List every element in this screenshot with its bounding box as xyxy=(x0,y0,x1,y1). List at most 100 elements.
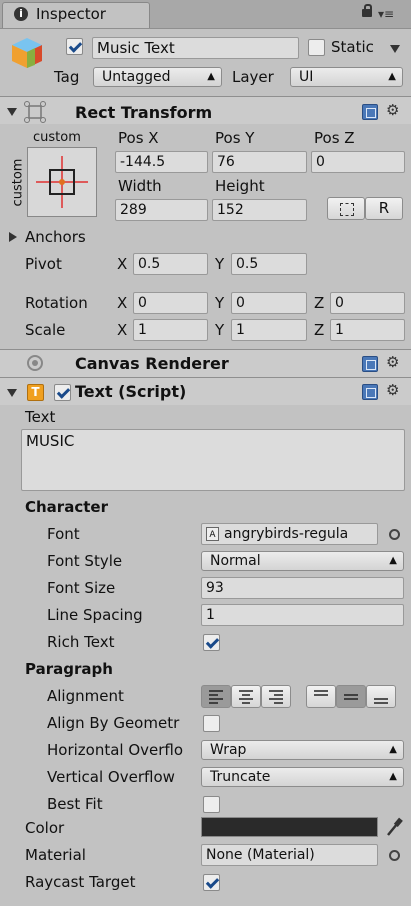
rect-transform-title: Rect Transform xyxy=(75,103,213,122)
font-size-field[interactable]: 93 xyxy=(201,577,404,599)
raycast-target-label: Raycast Target xyxy=(25,873,136,891)
line-spacing-label: Line Spacing xyxy=(47,606,143,624)
height-field[interactable]: 152 xyxy=(212,199,307,221)
align-right-button[interactable] xyxy=(261,685,291,708)
scale-y-field[interactable]: 1 xyxy=(231,319,307,341)
object-picker-icon[interactable] xyxy=(389,850,400,861)
height-label: Height xyxy=(215,177,265,195)
pivot-y-field[interactable]: 0.5 xyxy=(231,253,307,275)
scale-x-axis: X xyxy=(117,321,128,339)
font-style-value: Normal xyxy=(210,553,261,569)
align-top-button[interactable] xyxy=(306,685,336,708)
blueprint-mode-button[interactable] xyxy=(327,197,365,220)
pivot-x-field[interactable]: 0.5 xyxy=(133,253,208,275)
canvas-renderer-icon-dot xyxy=(32,360,38,366)
rich-text-checkbox[interactable] xyxy=(203,634,220,651)
rect-transform-icon xyxy=(23,101,47,123)
font-asset-icon: A xyxy=(206,527,219,541)
paragraph-heading: Paragraph xyxy=(25,660,113,678)
static-label: Static xyxy=(331,38,374,56)
vertical-overflow-value: Truncate xyxy=(210,769,271,785)
font-value: angrybirds-regula xyxy=(224,526,349,542)
text-enabled-checkbox[interactable] xyxy=(54,384,71,401)
character-heading: Character xyxy=(25,498,108,516)
align-bottom-icon xyxy=(374,698,388,704)
posx-field[interactable]: -144.5 xyxy=(115,151,208,173)
horizontal-overflow-dropdown[interactable]: Wrap ▲ xyxy=(201,740,404,760)
font-field[interactable]: A angrybirds-regula xyxy=(201,523,378,545)
gear-icon[interactable]: ⚙ xyxy=(386,354,399,370)
align-middle-icon xyxy=(344,694,358,700)
horizontal-overflow-value: Wrap xyxy=(210,742,247,758)
rotation-z-field[interactable]: 0 xyxy=(330,292,405,314)
scale-z-field[interactable]: 1 xyxy=(330,319,405,341)
width-field[interactable]: 289 xyxy=(115,199,208,221)
menu-icon[interactable]: ▾≡ xyxy=(378,7,394,21)
font-style-dropdown[interactable]: Normal ▲ xyxy=(201,551,404,571)
tab-inspector[interactable]: i Inspector xyxy=(2,2,150,28)
anchors-foldout-icon[interactable] xyxy=(9,232,17,242)
eyedropper-icon[interactable] xyxy=(384,816,404,838)
align-by-geometry-checkbox[interactable] xyxy=(203,715,220,732)
raycast-target-checkbox[interactable] xyxy=(203,874,220,891)
color-swatch[interactable] xyxy=(201,817,378,837)
raw-edit-label: R xyxy=(378,199,390,217)
object-picker-icon[interactable] xyxy=(389,529,400,540)
static-checkbox[interactable] xyxy=(308,39,325,56)
object-name-field[interactable]: Music Text xyxy=(92,37,299,59)
pivot-label: Pivot xyxy=(25,255,62,273)
align-left-button[interactable] xyxy=(201,685,231,708)
dotted-rect-icon xyxy=(340,203,354,216)
tag-label: Tag xyxy=(54,68,80,86)
line-spacing-field[interactable]: 1 xyxy=(201,604,404,626)
gear-icon[interactable]: ⚙ xyxy=(386,102,399,118)
posz-field[interactable]: 0 xyxy=(311,151,405,173)
help-book-icon[interactable] xyxy=(362,384,378,400)
align-top-icon xyxy=(314,690,328,696)
font-label: Font xyxy=(47,525,80,543)
material-field[interactable]: None (Material) xyxy=(201,844,378,866)
lock-shackle xyxy=(364,4,372,11)
text-label: Text xyxy=(25,408,56,426)
scale-label: Scale xyxy=(25,321,66,339)
layer-dropdown[interactable]: UI ▲ xyxy=(290,67,403,87)
help-book-icon[interactable] xyxy=(362,356,378,372)
tag-value: Untagged xyxy=(102,69,171,85)
tag-dropdown[interactable]: Untagged ▲ xyxy=(93,67,222,87)
text-area[interactable]: MUSIC xyxy=(21,429,405,491)
static-dropdown-arrow[interactable] xyxy=(390,45,400,53)
scale-x-field[interactable]: 1 xyxy=(133,319,208,341)
text-script-title: Text (Script) xyxy=(75,382,187,401)
rotation-x-field[interactable]: 0 xyxy=(133,292,208,314)
width-label: Width xyxy=(118,177,162,195)
anchor-preset-label-top: custom xyxy=(33,130,81,145)
posz-label: Pos Z xyxy=(314,129,355,147)
foldout-expanded-icon[interactable] xyxy=(7,108,17,116)
pivot-x-axis: X xyxy=(117,255,128,273)
updown-arrow-icon: ▲ xyxy=(388,71,396,82)
gameobject-cube-icon xyxy=(10,36,44,70)
pivot-y-axis: Y xyxy=(215,255,225,273)
rotation-y-axis: Y xyxy=(215,294,225,312)
info-icon: i xyxy=(14,7,28,21)
help-book-icon[interactable] xyxy=(362,104,378,120)
alignment-label: Alignment xyxy=(47,687,124,705)
updown-arrow-icon: ▲ xyxy=(389,771,397,782)
layer-label: Layer xyxy=(232,68,274,86)
foldout-expanded-icon[interactable] xyxy=(7,389,17,397)
anchors-label[interactable]: Anchors xyxy=(25,227,86,247)
align-bottom-button[interactable] xyxy=(366,685,396,708)
align-middle-button[interactable] xyxy=(336,685,366,708)
gear-icon[interactable]: ⚙ xyxy=(386,382,399,398)
posy-field[interactable]: 76 xyxy=(212,151,307,173)
vertical-overflow-dropdown[interactable]: Truncate ▲ xyxy=(201,767,404,787)
font-size-label: Font Size xyxy=(47,579,116,597)
anchor-preset-button[interactable] xyxy=(27,147,97,217)
material-label: Material xyxy=(25,846,86,864)
align-by-geometry-label: Align By Geometr xyxy=(47,714,180,732)
best-fit-checkbox[interactable] xyxy=(203,796,220,813)
active-checkbox[interactable] xyxy=(66,38,83,55)
raw-edit-button[interactable]: R xyxy=(365,197,403,220)
align-center-button[interactable] xyxy=(231,685,261,708)
rotation-y-field[interactable]: 0 xyxy=(231,292,307,314)
